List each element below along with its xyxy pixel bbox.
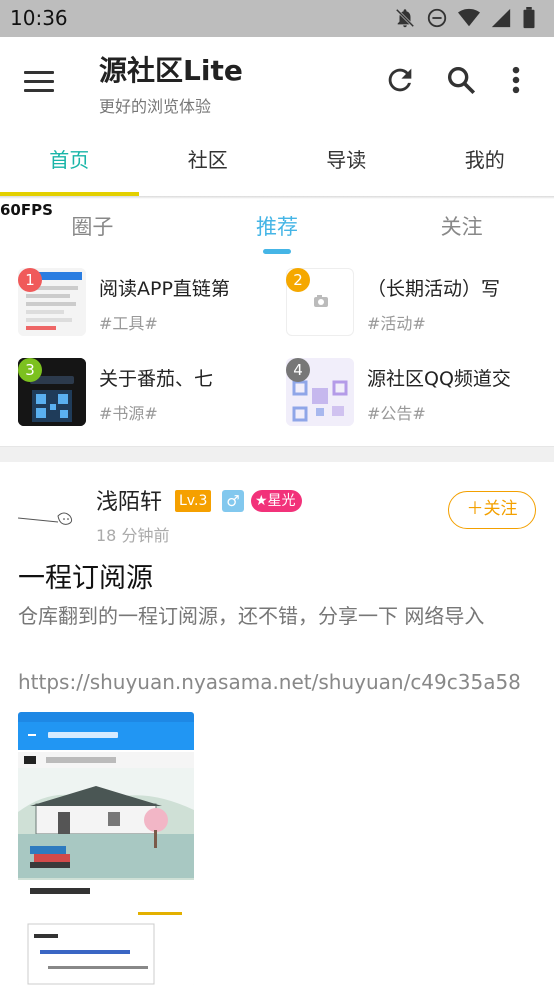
star-badge: ★星光 bbox=[251, 490, 302, 512]
recommend-item[interactable]: 2 （长期活动）写 #活动# bbox=[286, 268, 554, 338]
recommend-item[interactable]: 3 关于番茄、七 #书源# bbox=[18, 358, 288, 428]
author-name[interactable]: 浅陌轩 bbox=[96, 484, 162, 516]
status-icons bbox=[394, 7, 544, 29]
level-badge: Lv.3 bbox=[175, 490, 212, 512]
sub-tab-bar: 圈子 推荐 关注 bbox=[0, 206, 554, 254]
recommend-item[interactable]: 4 源社区QQ频道交 #公告# bbox=[286, 358, 554, 428]
app-subtitle: 更好的浏览体验 bbox=[99, 97, 212, 116]
notifications-off-icon bbox=[394, 7, 416, 29]
fps-counter: 60FPS bbox=[0, 201, 53, 219]
status-bar: 10:36 bbox=[0, 0, 554, 37]
follow-button[interactable]: ＋关注 bbox=[448, 491, 536, 529]
tab-community[interactable]: 社区 bbox=[139, 124, 278, 196]
do-not-disturb-icon bbox=[426, 7, 448, 29]
recommend-title: 源社区QQ频道交 bbox=[367, 368, 511, 390]
post-image[interactable] bbox=[18, 712, 194, 986]
status-time: 10:36 bbox=[10, 6, 68, 30]
menu-icon[interactable] bbox=[24, 67, 64, 97]
rank-badge: 3 bbox=[18, 358, 42, 382]
refresh-icon[interactable] bbox=[383, 63, 417, 97]
signal-icon bbox=[490, 7, 512, 29]
app-title: 源社区Lite bbox=[99, 54, 243, 87]
tab-following[interactable]: 关注 bbox=[369, 206, 554, 254]
rank-badge: 1 bbox=[18, 268, 42, 292]
avatar[interactable] bbox=[18, 488, 80, 550]
tab-recommend[interactable]: 推荐 bbox=[185, 206, 370, 254]
recommend-title: （长期活动）写 bbox=[367, 278, 501, 300]
recommend-title: 阅读APP直链第 bbox=[99, 278, 230, 300]
recommend-tag: #书源# bbox=[99, 404, 158, 423]
recommend-tag: #活动# bbox=[367, 314, 426, 333]
post-body: 仓库翻到的一程订阅源，还不错，分享一下 网络导入 bbox=[18, 604, 485, 628]
search-icon[interactable] bbox=[444, 63, 478, 97]
tab-home[interactable]: 首页 bbox=[0, 124, 139, 196]
recommend-tag: #工具# bbox=[99, 314, 158, 333]
post-time: 18 分钟前 bbox=[96, 526, 170, 545]
tab-mine[interactable]: 我的 bbox=[416, 124, 554, 196]
section-divider bbox=[0, 446, 554, 462]
app-bar: 源社区Lite 更好的浏览体验 bbox=[0, 37, 554, 124]
tab-guide[interactable]: 导读 bbox=[277, 124, 416, 196]
wifi-icon bbox=[458, 7, 480, 29]
male-icon: ♂ bbox=[222, 490, 244, 512]
tab-bar-shadow bbox=[0, 196, 554, 199]
main-tab-bar: 首页 社区 导读 我的 bbox=[0, 124, 554, 196]
rank-badge: 4 bbox=[286, 358, 310, 382]
recommend-tag: #公告# bbox=[367, 404, 426, 423]
post-title[interactable]: 一程订阅源 bbox=[18, 556, 153, 595]
recommend-title: 关于番茄、七 bbox=[99, 368, 214, 390]
post-link[interactable]: https://shuyuan.nyasama.net/shuyuan/c49c… bbox=[18, 670, 521, 694]
recommend-item[interactable]: 1 阅读APP直链第 #工具# bbox=[18, 268, 288, 338]
more-vert-icon[interactable] bbox=[506, 63, 526, 97]
rank-badge: 2 bbox=[286, 268, 310, 292]
battery-icon bbox=[522, 7, 544, 29]
